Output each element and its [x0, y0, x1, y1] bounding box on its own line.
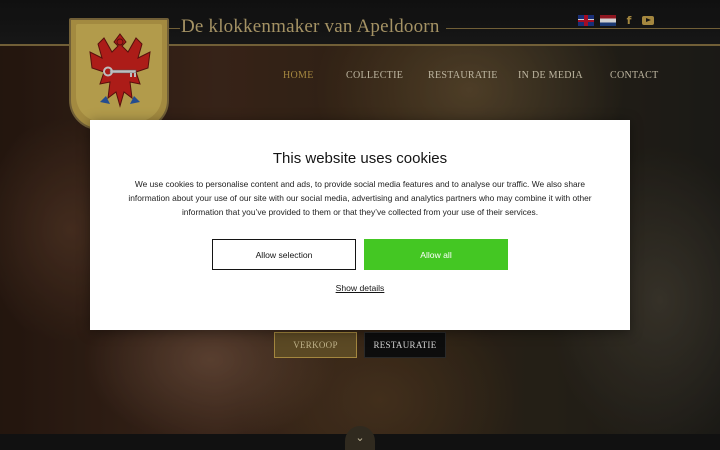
allow-all-button[interactable]: Allow all — [364, 239, 508, 270]
show-details-link[interactable]: Show details — [90, 283, 630, 293]
allow-selection-button[interactable]: Allow selection — [212, 239, 356, 270]
cookie-dialog-title: This website uses cookies — [272, 150, 448, 167]
cookie-dialog-text: We use cookies to personalise content an… — [128, 179, 592, 217]
cookie-dialog: This website uses cookies We use cookies… — [90, 120, 630, 330]
